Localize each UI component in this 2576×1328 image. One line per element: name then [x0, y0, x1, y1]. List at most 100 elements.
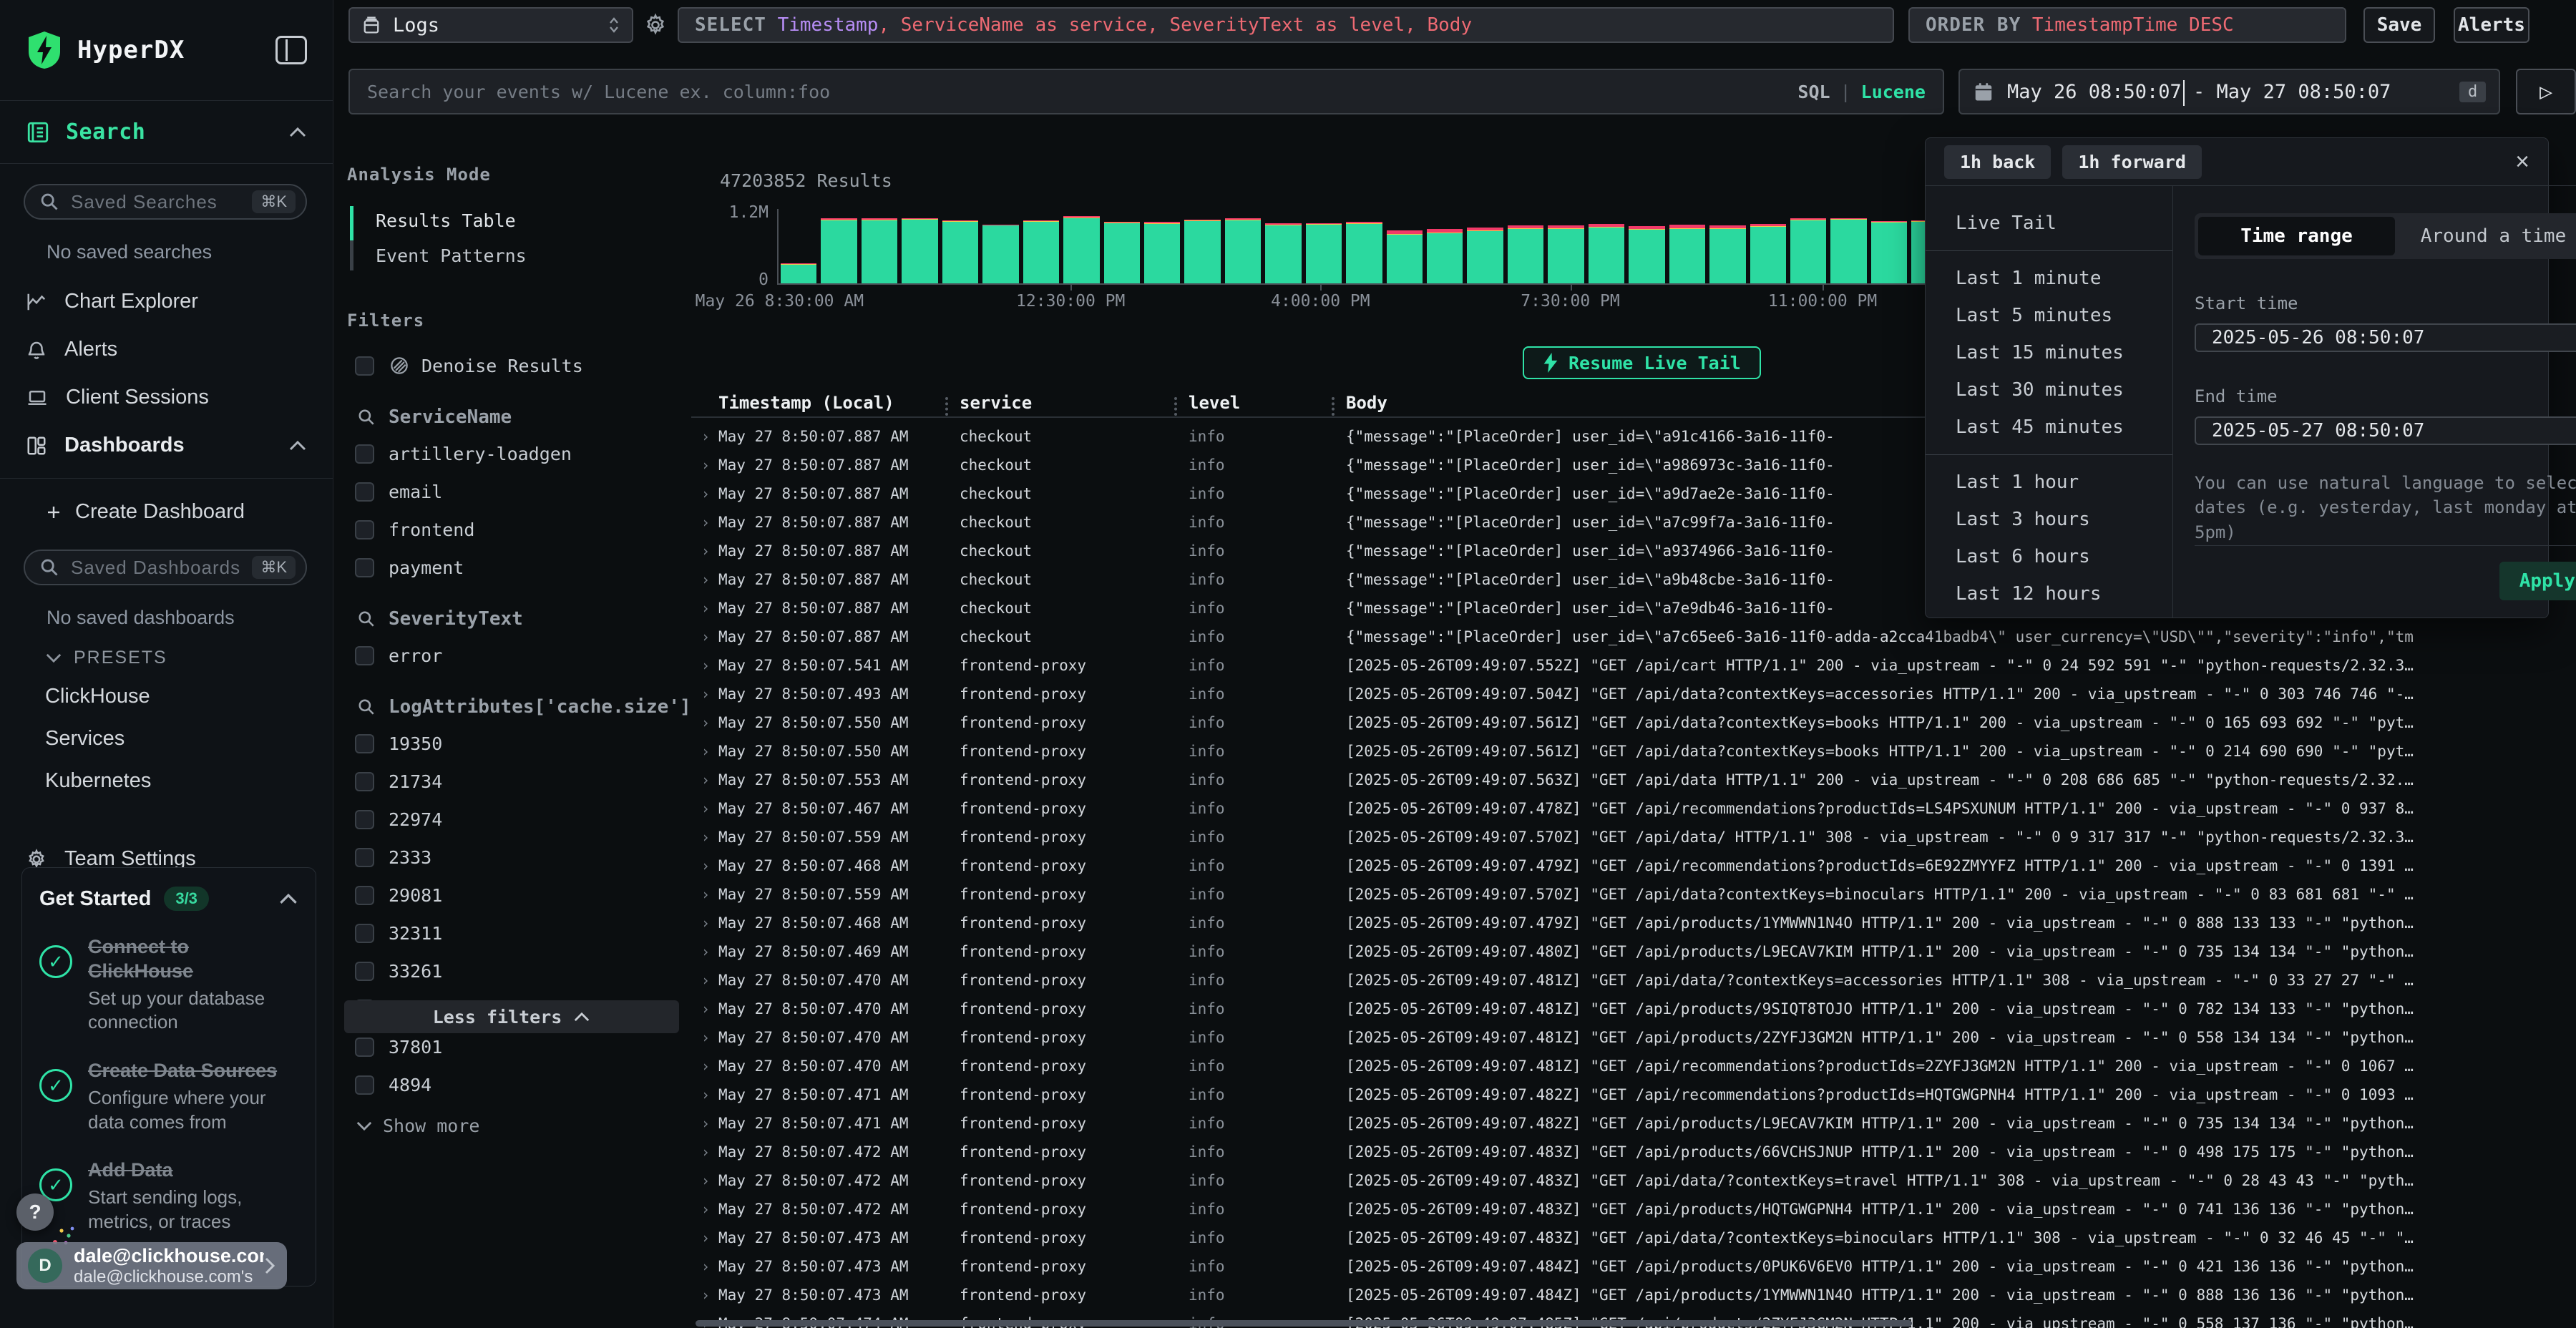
chart-bar[interactable]	[1830, 209, 1866, 283]
preset-option[interactable]: Last 3 hours	[1926, 501, 2172, 538]
close-icon[interactable]: ×	[2515, 148, 2529, 176]
expand-row-icon[interactable]: ›	[691, 485, 718, 502]
chart-bar[interactable]	[942, 209, 978, 283]
sidebar-collapse-icon[interactable]	[275, 36, 307, 64]
chart-bar[interactable]	[1104, 209, 1140, 283]
log-row[interactable]: › May 27 8:50:07.550 AM frontend-proxy i…	[691, 708, 2576, 737]
filter-value-row[interactable]: error	[334, 637, 691, 675]
chart-bar[interactable]	[821, 209, 857, 283]
checkbox[interactable]	[355, 848, 374, 867]
expand-row-icon[interactable]: ›	[691, 972, 718, 989]
get-started-item[interactable]: ✓ Create Data Sources Configure where yo…	[39, 1059, 298, 1134]
chart-bar[interactable]	[1265, 209, 1301, 283]
filter-value-row[interactable]: frontend	[334, 511, 691, 549]
apply-button[interactable]: Apply	[2499, 562, 2576, 600]
chart-bar[interactable]	[1467, 209, 1503, 283]
column-header-service[interactable]: service	[960, 393, 1189, 413]
filter-value-row[interactable]: 37801	[334, 1028, 691, 1066]
checkbox[interactable]	[355, 962, 374, 981]
checkbox[interactable]	[355, 1075, 374, 1095]
saved-searches-input[interactable]: Saved Searches ⌘K	[24, 184, 307, 220]
sidebar-item-dashboards[interactable]: Dashboards	[0, 421, 333, 469]
mode-event-patterns[interactable]: Event Patterns	[350, 238, 691, 273]
chart-bar[interactable]	[1629, 209, 1664, 283]
filter-value-row[interactable]: 19350	[334, 725, 691, 763]
expand-row-icon[interactable]: ›	[691, 571, 718, 588]
log-row[interactable]: › May 27 8:50:07.472 AM frontend-proxy i…	[691, 1166, 2576, 1195]
filter-value-row[interactable]: 33261	[334, 952, 691, 990]
expand-row-icon[interactable]: ›	[691, 456, 718, 474]
preset-option[interactable]: Last 45 minutes	[1926, 409, 2172, 446]
log-row[interactable]: › May 27 8:50:07.468 AM frontend-proxy i…	[691, 909, 2576, 937]
log-row[interactable]: › May 27 8:50:07.470 AM frontend-proxy i…	[691, 966, 2576, 995]
tab-around-a-time[interactable]: Around a time	[2395, 217, 2576, 255]
expand-row-icon[interactable]: ›	[691, 714, 718, 731]
end-time-input[interactable]: 2025-05-27 08:50:07	[2195, 416, 2576, 445]
preset-option[interactable]: Last 15 minutes	[1926, 334, 2172, 371]
checkbox[interactable]	[355, 1038, 374, 1057]
checkbox[interactable]	[355, 772, 374, 791]
back-1h-button[interactable]: 1h back	[1944, 145, 2051, 179]
checkbox[interactable]	[355, 924, 374, 943]
sidebar-item-alerts[interactable]: Alerts	[0, 326, 333, 374]
expand-row-icon[interactable]: ›	[691, 1143, 718, 1161]
run-query-button[interactable]: ▷	[2516, 69, 2576, 114]
filter-value-row[interactable]: artillery-loadgen	[334, 435, 691, 473]
chart-bar[interactable]	[1750, 209, 1786, 283]
filter-value-row[interactable]: payment	[334, 549, 691, 587]
expand-row-icon[interactable]: ›	[691, 857, 718, 874]
checkbox[interactable]	[355, 734, 374, 753]
chart-bar[interactable]	[1669, 209, 1705, 283]
saved-dashboards-input[interactable]: Saved Dashboards ⌘K	[24, 550, 307, 585]
resume-live-tail-button[interactable]: Resume Live Tail	[1523, 346, 1761, 379]
expand-row-icon[interactable]: ›	[691, 657, 718, 674]
log-row[interactable]: › May 27 8:50:07.470 AM frontend-proxy i…	[691, 1052, 2576, 1080]
filter-group-cache-size[interactable]: LogAttributes['cache.size']	[334, 675, 691, 725]
log-row[interactable]: › May 27 8:50:07.887 AM checkout info {"…	[691, 622, 2576, 651]
chart-bar[interactable]	[902, 209, 937, 283]
presets-toggle[interactable]: PRESETS	[0, 633, 333, 675]
chart-bar[interactable]	[1589, 209, 1624, 283]
expand-row-icon[interactable]: ›	[691, 1286, 718, 1304]
log-row[interactable]: › May 27 8:50:07.470 AM frontend-proxy i…	[691, 1023, 2576, 1052]
expand-row-icon[interactable]: ›	[691, 542, 718, 560]
orderby-clause-editor[interactable]: ORDER BY TimestampTime DESC	[1908, 7, 2346, 43]
checkbox[interactable]	[355, 646, 374, 665]
select-clause-editor[interactable]: SELECT Timestamp, ServiceName as service…	[678, 7, 1894, 43]
source-select[interactable]: Logs	[348, 7, 633, 43]
sidebar-item-clickhouse[interactable]: ClickHouse	[0, 675, 333, 718]
checkbox[interactable]	[355, 558, 374, 577]
denoise-results-checkbox-row[interactable]: Denoise Results	[334, 346, 691, 385]
expand-row-icon[interactable]: ›	[691, 1115, 718, 1132]
checkbox[interactable]	[355, 482, 374, 502]
chevron-up-icon[interactable]	[288, 127, 307, 138]
log-row[interactable]: › May 27 8:50:07.473 AM frontend-proxy i…	[691, 1281, 2576, 1309]
mode-sql[interactable]: SQL	[1797, 82, 1830, 102]
chart-bar[interactable]	[1063, 209, 1099, 283]
sidebar-item-search[interactable]: Search	[0, 101, 333, 163]
get-started-item[interactable]: ✓ Connect to ClickHouse Set up your data…	[39, 935, 298, 1035]
help-button[interactable]: ?	[16, 1193, 54, 1231]
expand-row-icon[interactable]: ›	[691, 1086, 718, 1103]
column-header-level[interactable]: level	[1189, 393, 1346, 413]
expand-row-icon[interactable]: ›	[691, 1029, 718, 1046]
checkbox[interactable]	[355, 356, 374, 376]
mode-results-table[interactable]: Results Table	[350, 203, 691, 238]
column-resize-handle[interactable]	[1174, 397, 1177, 416]
sidebar-item-chart-explorer[interactable]: Chart Explorer	[0, 278, 333, 326]
expand-row-icon[interactable]: ›	[691, 514, 718, 531]
preset-option[interactable]: Last 12 hours	[1926, 575, 2172, 612]
log-row[interactable]: › May 27 8:50:07.469 AM frontend-proxy i…	[691, 937, 2576, 966]
less-filters-button[interactable]: Less filters	[344, 1000, 679, 1033]
mode-lucene[interactable]: Lucene	[1861, 82, 1926, 102]
expand-row-icon[interactable]: ›	[691, 1229, 718, 1246]
save-button[interactable]: Save	[2363, 7, 2435, 43]
expand-row-icon[interactable]: ›	[691, 600, 718, 617]
source-settings-button[interactable]	[643, 7, 668, 43]
expand-row-icon[interactable]: ›	[691, 886, 718, 903]
filter-group-severitytext[interactable]: SeverityText	[334, 587, 691, 637]
date-range-input[interactable]: May 26 08:50:07 - May 27 08:50:07 d	[1958, 69, 2500, 114]
chart-bar[interactable]	[1346, 209, 1382, 283]
chart-bar[interactable]	[1225, 209, 1261, 283]
log-row[interactable]: › May 27 8:50:07.471 AM frontend-proxy i…	[691, 1109, 2576, 1138]
